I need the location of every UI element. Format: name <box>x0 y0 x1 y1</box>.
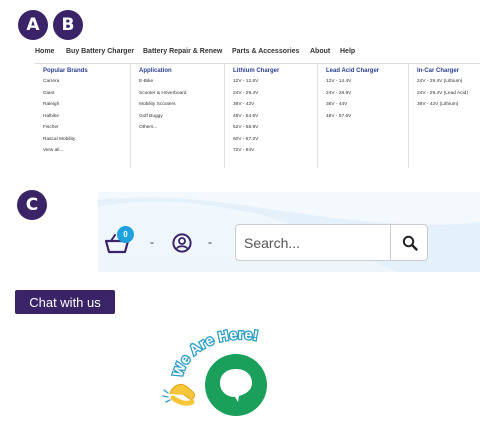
menu-link[interactable]: Raleigh <box>43 102 130 114</box>
menu-link[interactable]: Rascal Mobility <box>43 137 130 149</box>
separator: - <box>208 235 212 249</box>
menu-link[interactable]: 48V - 57.6V <box>326 114 408 126</box>
menu-link[interactable]: E-Bike <box>139 79 224 91</box>
search-input[interactable] <box>244 231 384 255</box>
menu-link[interactable]: 36V - 42V (Lithium) <box>417 102 480 114</box>
column-title: Lithium Charger <box>233 68 280 74</box>
column-title: Popular Brands <box>43 68 88 74</box>
nav-home[interactable]: Home <box>35 48 54 55</box>
user-icon[interactable] <box>172 233 192 253</box>
nav-help[interactable]: Help <box>340 48 355 55</box>
menu-link[interactable]: Giant <box>43 91 130 103</box>
menu-link[interactable]: 52V - 58.8V <box>233 125 317 137</box>
cart-count-badge: 0 <box>117 226 134 243</box>
chat-bubble-icon <box>205 354 267 416</box>
menu-link[interactable]: Carrera <box>43 79 130 91</box>
waving-hand-icon <box>162 383 195 406</box>
menu-link[interactable]: 12V - 14.4V <box>326 79 408 91</box>
menu-link[interactable]: Golf Buggy <box>139 114 224 126</box>
separator: - <box>150 235 154 249</box>
search-icon <box>402 235 418 251</box>
menu-column-application: Application E-Bike Scooter & Hoverboard … <box>130 64 224 168</box>
menu-link[interactable]: Mobility Scooters <box>139 102 224 114</box>
menu-link[interactable]: Others... <box>139 125 224 137</box>
search-button[interactable] <box>393 225 427 260</box>
menu-column-lithium-charger: Lithium Charger 12V - 12.6V 24V - 29.4V … <box>224 64 317 168</box>
menu-link[interactable]: Scooter & Hoverboard <box>139 91 224 103</box>
menu-link[interactable]: 60V - 67.2V <box>233 137 317 149</box>
menu-link[interactable]: 24V - 29.4V <box>233 91 317 103</box>
menu-column-lead-acid-charger: Lead Acid Charger 12V - 14.4V 24V - 28.9… <box>317 64 408 168</box>
menu-link[interactable]: 24V - 29.4V (Lithium) <box>417 79 480 91</box>
column-title: In-Car Charger <box>417 68 460 74</box>
column-title: Lead Acid Charger <box>326 68 380 74</box>
chat-with-us-button[interactable]: Chat with us <box>15 290 115 314</box>
search-divider <box>390 225 391 260</box>
search-bar <box>235 224 428 261</box>
chat-widget[interactable]: We Are Here! <box>160 320 310 425</box>
badge-c: C <box>17 190 47 220</box>
menu-link[interactable]: 36V - 42V <box>233 102 317 114</box>
nav-battery-repair[interactable]: Battery Repair & Renew <box>143 48 222 55</box>
menu-column-popular-brands: Popular Brands Carrera Giant Raleigh Hal… <box>35 64 130 168</box>
menu-column-in-car-charger: In-Car Charger 24V - 29.4V (Lithium) 24V… <box>408 64 480 168</box>
menu-link[interactable]: 24V - 29.4V (Lead Acid) <box>417 91 480 103</box>
nav-buy-battery-charger[interactable]: Buy Battery Charger <box>66 48 134 55</box>
badge-b: B <box>53 10 83 40</box>
menu-link[interactable]: 12V - 12.6V <box>233 79 317 91</box>
mega-menu: Popular Brands Carrera Giant Raleigh Hal… <box>35 63 480 168</box>
menu-link[interactable]: View all... <box>43 148 130 160</box>
menu-link[interactable]: 48V - 54.6V <box>233 114 317 126</box>
menu-link[interactable]: Halbike <box>43 114 130 126</box>
main-navigation: Home Buy Battery Charger Battery Repair … <box>30 45 480 63</box>
menu-link[interactable]: 36V - 44V <box>326 102 408 114</box>
column-title: Application <box>139 68 172 74</box>
nav-parts-accessories[interactable]: Parts & Accessories <box>232 48 299 55</box>
badge-a: A <box>18 10 48 40</box>
menu-link[interactable]: Fischer <box>43 125 130 137</box>
menu-link[interactable]: 24V - 28.9V <box>326 91 408 103</box>
menu-link[interactable]: 72V - 84V <box>233 148 317 160</box>
nav-about[interactable]: About <box>310 48 330 55</box>
